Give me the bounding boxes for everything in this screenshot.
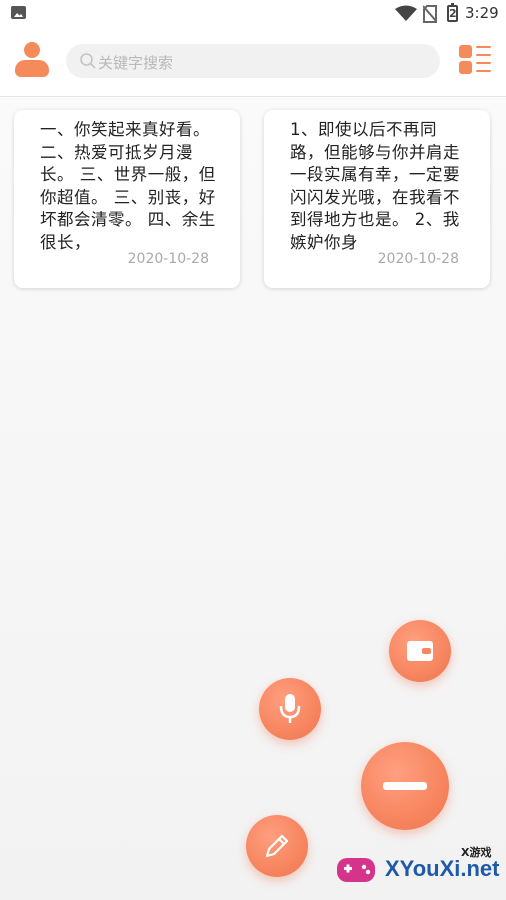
wallet-icon [407,641,433,661]
user-avatar-icon[interactable] [15,42,49,78]
write-button[interactable] [246,815,308,877]
note-card[interactable]: 1、即使以后不再同路，但能够与你并肩走一段实属有幸，一定要闪闪发光哦，在我看不到… [264,110,490,288]
status-time: 3:29 [465,4,499,22]
voice-button[interactable] [259,678,321,740]
image-notification-icon [11,6,26,19]
battery-icon: 2 [447,3,458,22]
watermark: XYouXi.net X游戏 [333,842,503,896]
wallet-button[interactable] [389,620,451,682]
search-placeholder: 关键字搜索 [98,54,174,72]
status-bar: 2 3:29 [0,0,506,28]
minus-icon [383,782,427,790]
note-content: 一、你笑起来真好看。 二、热爱可抵岁月漫长。 三、世界一般，但你超值。 三、别丧… [40,120,216,252]
microphone-icon [279,694,301,723]
search-input[interactable]: 关键字搜索 [66,44,440,78]
watermark-logo-icon [337,858,375,882]
pencil-icon [265,834,289,858]
watermark-sub: X游戏 [461,846,492,859]
wifi-icon [395,5,417,21]
search-icon [80,53,96,69]
note-card[interactable]: 一、你笑起来真好看。 二、热爱可抵岁月漫长。 三、世界一般，但你超值。 三、别丧… [14,110,240,288]
note-date: 2020-10-28 [377,251,459,267]
note-date: 2020-10-28 [127,251,209,267]
no-sim-icon [423,5,437,23]
top-bar: 关键字搜索 [0,28,506,97]
list-menu-icon[interactable] [459,45,491,75]
collapse-button[interactable] [361,742,449,830]
note-content: 1、即使以后不再同路，但能够与你并肩走一段实属有幸，一定要闪闪发光哦，在我看不到… [290,120,460,252]
